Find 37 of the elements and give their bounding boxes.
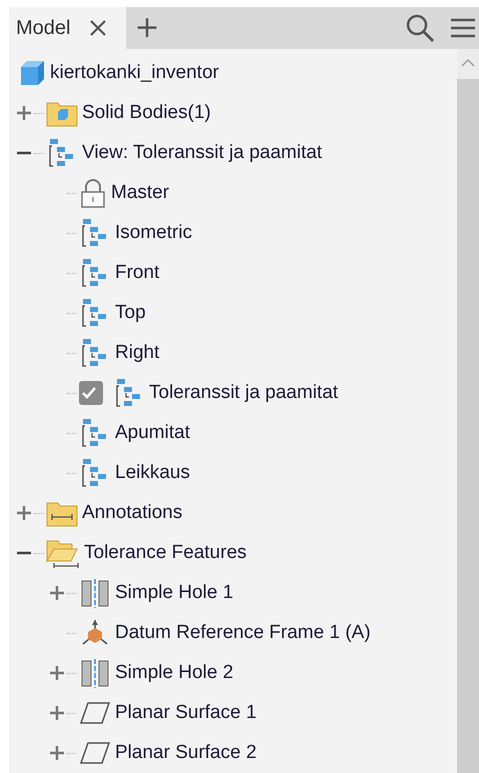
expand-icon[interactable] [50, 746, 64, 760]
tree-item-label[interactable]: Apumitat [115, 422, 190, 444]
hole-icon [79, 657, 111, 689]
tree-item-label[interactable]: Annotations [82, 502, 182, 524]
plane-icon [79, 740, 111, 766]
check-icon [81, 386, 97, 400]
tree-item-label[interactable]: Simple Hole 1 [115, 582, 234, 604]
tree-item-label[interactable]: kiertokanki_inventor [50, 62, 219, 84]
expand-icon[interactable] [50, 666, 64, 680]
tree-item-label[interactable]: Solid Bodies(1) [82, 102, 211, 124]
tree-item-label[interactable]: Master [111, 182, 170, 204]
tree-item-label[interactable]: Leikkaus [115, 462, 190, 484]
tree-item-label[interactable]: Tolerance Features [84, 542, 247, 564]
expand-icon[interactable] [50, 706, 64, 720]
tree-item-label[interactable]: Planar Surface 1 [115, 702, 257, 724]
tree-item-label[interactable]: Simple Hole 2 [115, 662, 234, 684]
tree-item-label[interactable]: View: Toleranssit ja paamitat [82, 142, 322, 164]
scroll-up-icon[interactable] [461, 59, 475, 67]
tree-item-label[interactable]: Planar Surface 2 [115, 742, 257, 764]
tree-item-label[interactable]: Isometric [115, 222, 192, 244]
close-icon[interactable] [88, 18, 108, 38]
plane-icon [79, 700, 111, 726]
tree-item-label[interactable]: Top [115, 302, 146, 324]
tree-item-label[interactable]: Right [115, 342, 160, 364]
cube-icon [18, 59, 46, 87]
hole-icon [79, 577, 111, 609]
lock-icon [79, 178, 107, 208]
tree-item-label[interactable]: Datum Reference Frame 1 (A) [115, 622, 371, 644]
add-tab-button[interactable]: + [130, 13, 164, 43]
menu-icon[interactable] [451, 16, 475, 40]
expand-icon[interactable] [17, 106, 31, 120]
tree-item-label[interactable]: Toleranssit ja paamitat [149, 382, 338, 404]
checkbox[interactable] [79, 381, 103, 405]
expand-icon[interactable] [50, 586, 64, 600]
expand-icon[interactable] [17, 506, 31, 520]
tree-item-label[interactable]: Front [115, 262, 160, 284]
search-icon[interactable] [405, 13, 435, 43]
